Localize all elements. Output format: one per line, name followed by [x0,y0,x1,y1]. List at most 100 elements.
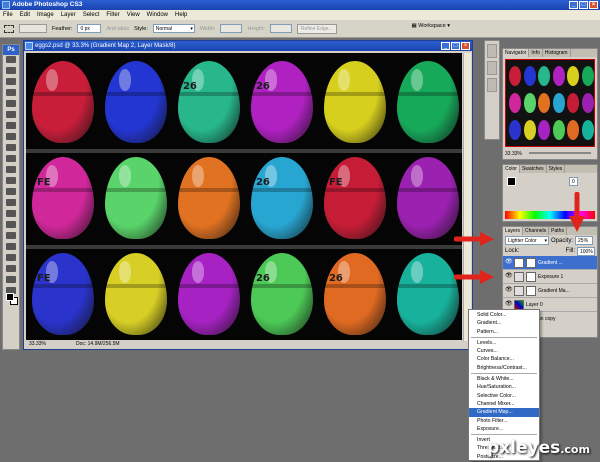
workspace-menu[interactable]: ▦ Workspace ▾ [412,23,450,29]
menu-item-hue-saturation[interactable]: Hue/Saturation... [469,383,539,391]
menu-item-brightness-contrast[interactable]: Brightness/Contrast... [469,364,539,372]
menu-item-color-balance[interactable]: Color Balance... [469,355,539,363]
layer-comps-icon[interactable] [487,78,497,92]
shape-tool-icon[interactable] [5,243,17,253]
vertical-scrollbar[interactable] [463,53,471,341]
menu-edit[interactable]: Edit [20,10,30,20]
visibility-eye-icon[interactable]: 👁 [505,259,513,266]
eraser-tool-icon[interactable] [5,166,17,176]
egg-mark: 26 [255,176,270,188]
type-tool-icon[interactable] [5,221,17,231]
style-select[interactable]: Normal [152,24,195,33]
layer-row[interactable]: 👁 Gradient Ma... [503,284,597,298]
opacity-input[interactable]: 25% [575,236,594,245]
layer-row[interactable]: 👁 Exposure 1 [503,270,597,284]
tab-layers[interactable]: Layers [503,227,524,235]
menu-help[interactable]: Help [175,10,187,20]
menu-item-gradient-map[interactable]: Gradient Map... [469,408,539,417]
selection-mode-buttons[interactable] [19,24,47,33]
clone-stamp-tool-icon[interactable] [5,144,17,154]
document-statusbar: 33.33% Doc: 14.9M/256.5M [26,340,462,348]
dodge-tool-icon[interactable] [5,199,17,209]
navigator-thumbnail[interactable] [505,59,595,147]
path-select-tool-icon[interactable] [5,232,17,242]
menu-item-solid-color[interactable]: Solid Color... [469,311,539,319]
tab-info[interactable]: Info [529,49,543,57]
zoom-field[interactable]: 33.33% [29,340,46,348]
slice-tool-icon[interactable] [5,111,17,121]
marquee-tool-icon[interactable] [4,24,14,33]
close-button[interactable]: × [589,1,598,9]
antialias-checkbox[interactable]: Anti-alias [106,26,129,32]
k-value-field[interactable]: 0 [569,177,578,186]
menu-image[interactable]: Image [37,10,54,20]
menu-file[interactable]: File [3,10,13,20]
tab-channels[interactable]: Channels [523,227,550,235]
doc-close-button[interactable]: × [461,42,470,50]
height-input[interactable] [269,24,292,33]
visibility-eye-icon[interactable]: 👁 [505,273,513,280]
menubar: File Edit Image Layer Select Filter View Window… [0,10,600,20]
navigator-zoom[interactable]: 33.33% [505,151,522,157]
menu-item-pattern[interactable]: Pattern... [469,328,539,336]
tab-color[interactable]: Color [503,165,520,173]
feather-input[interactable]: 0 px [77,24,102,33]
fill-input[interactable]: 100% [577,246,595,256]
lasso-tool-icon[interactable] [5,78,17,88]
doc-maximize-button[interactable]: □ [451,42,460,50]
menu-item-selective-color[interactable]: Selective Color... [469,392,539,400]
blend-mode-select[interactable]: Lighter Color [505,236,549,245]
tab-navigator[interactable]: Navigator [503,49,530,57]
notes-tool-icon[interactable] [5,254,17,264]
menu-item-curves[interactable]: Curves... [469,347,539,355]
pen-tool-icon[interactable] [5,210,17,220]
move-tool-icon[interactable] [5,56,17,66]
navigator-zoom-slider[interactable] [529,152,591,154]
foreground-color-swatch[interactable] [507,177,516,186]
tab-histogram[interactable]: Histogram [543,49,571,57]
width-input[interactable] [220,24,243,33]
maximize-button[interactable]: □ [579,1,588,9]
menu-filter[interactable]: Filter [106,10,119,20]
document-titlebar[interactable]: eggs2.psd @ 33.3% (Gradient Map 2, Layer… [24,41,472,51]
tab-swatches[interactable]: Swatches [520,165,547,173]
menu-item-gradient[interactable]: Gradient... [469,319,539,327]
layer-row[interactable]: 👁 Gradient ... [503,256,597,270]
hand-tool-icon[interactable] [5,276,17,286]
crop-tool-icon[interactable] [5,100,17,110]
menu-layer[interactable]: Layer [61,10,76,20]
brush-tool-icon[interactable] [5,133,17,143]
image-canvas[interactable]: 26 26 FE 26 FE FE 26 26 [26,53,462,341]
thumbnail-egg [581,93,594,113]
document-title: eggs2.psd @ 33.3% (Gradient Map 2, Layer… [35,43,176,49]
healing-tool-icon[interactable] [5,122,17,132]
doc-minimize-button[interactable]: _ [441,42,450,50]
gradient-tool-icon[interactable] [5,177,17,187]
menu-view[interactable]: View [127,10,140,20]
menu-item-black-white[interactable]: Black & White... [469,375,539,383]
menu-item-channel-mixer[interactable]: Channel Mixer... [469,400,539,408]
egg: 26 [324,253,386,335]
menu-item-photo-filter[interactable]: Photo Filter... [469,417,539,425]
menu-item-exposure[interactable]: Exposure... [469,425,539,433]
history-brush-tool-icon[interactable] [5,155,17,165]
minimize-button[interactable]: _ [569,1,578,9]
menu-item-levels[interactable]: Levels... [469,339,539,347]
eyedropper-tool-icon[interactable] [5,265,17,275]
height-label: Height: [247,25,265,32]
tab-styles[interactable]: Styles [547,165,566,173]
quick-select-tool-icon[interactable] [5,89,17,99]
egg [397,61,459,143]
visibility-eye-icon[interactable]: 👁 [505,301,513,308]
tab-paths[interactable]: Paths [549,227,567,235]
foreground-color-chip[interactable] [6,293,14,301]
menu-select[interactable]: Select [83,10,100,20]
marquee-tool-icon[interactable] [5,67,17,77]
egg: FE [32,157,94,239]
brushes-icon[interactable] [487,44,497,58]
blur-tool-icon[interactable] [5,188,17,198]
menu-window[interactable]: Window [147,10,168,20]
refine-edge-button[interactable]: Refine Edge... [296,23,337,34]
visibility-eye-icon[interactable]: 👁 [505,287,513,294]
tool-presets-icon[interactable] [487,61,497,75]
